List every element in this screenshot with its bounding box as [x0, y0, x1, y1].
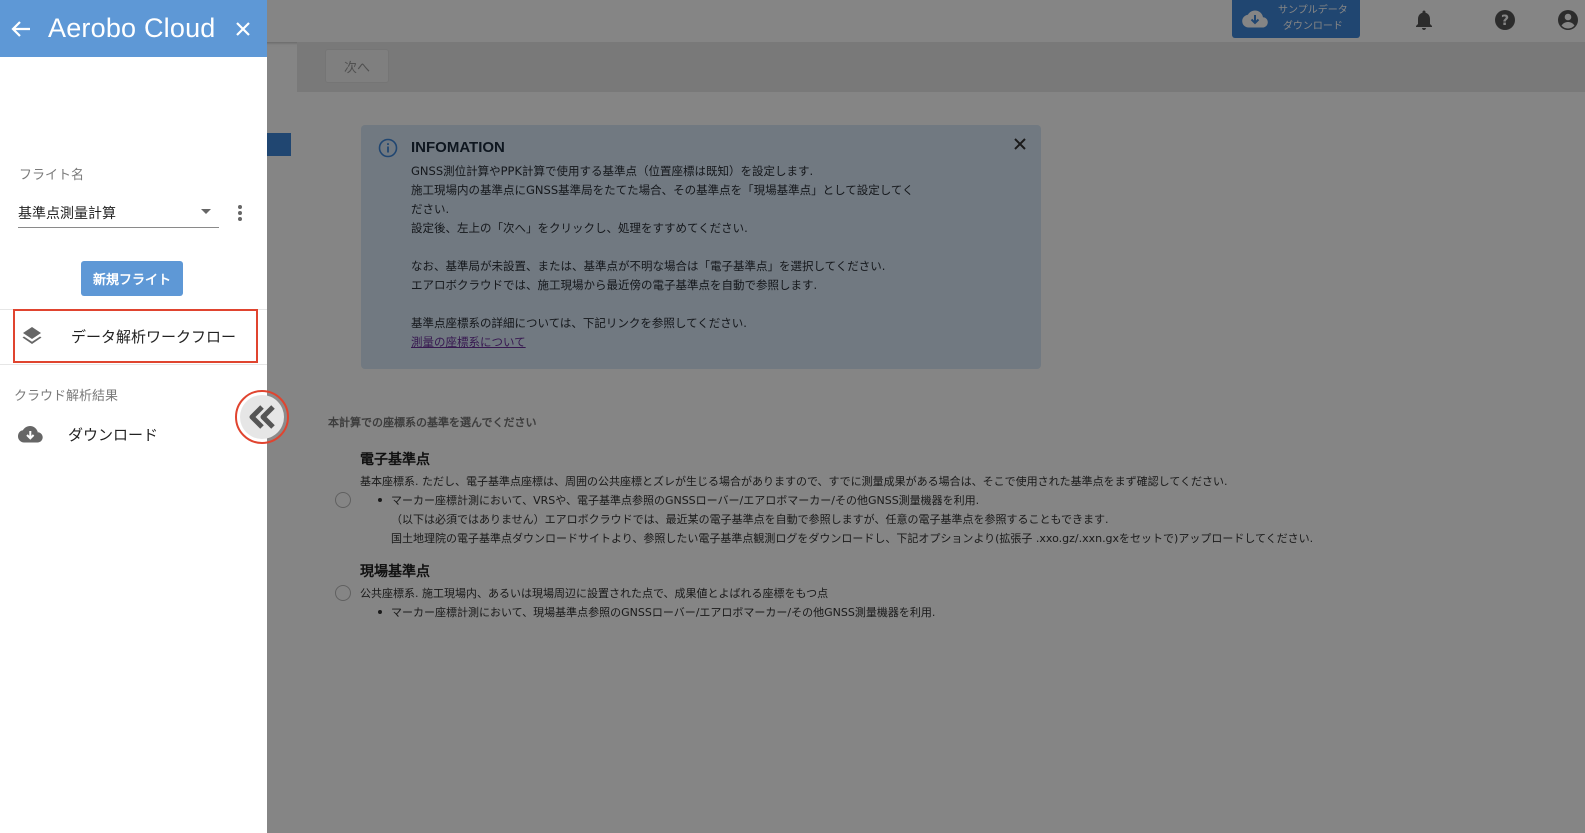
dropdown-arrow-icon [201, 209, 211, 214]
close-icon[interactable] [233, 19, 253, 39]
new-flight-button[interactable]: 新規フライト [81, 261, 183, 296]
drawer-header: Aerobo Cloud [0, 0, 267, 57]
drawer-title: Aerobo Cloud [48, 13, 216, 43]
flight-name-value: 基準点測量計算 [18, 205, 116, 222]
nav-item-label: ダウンロード [68, 426, 159, 444]
collapse-drawer-button[interactable] [235, 390, 289, 444]
navigation-drawer: Aerobo Cloud [0, 0, 267, 833]
nav-item-download[interactable]: ダウンロード [18, 424, 158, 445]
nav-item-data-analysis-workflow[interactable]: データ解析ワークフロー [13, 309, 258, 363]
more-vert-icon[interactable] [236, 205, 244, 223]
flight-name-select[interactable]: 基準点測量計算 [18, 198, 219, 228]
cloud-results-section-label: クラウド解析結果 [14, 389, 119, 404]
layers-icon [22, 327, 42, 344]
cloud-download-icon [18, 425, 43, 442]
flight-name-label: フライト名 [19, 168, 85, 183]
double-chevron-left-icon [249, 405, 275, 429]
arrow-back-icon[interactable] [10, 18, 32, 40]
nav-item-label: データ解析ワークフロー [71, 327, 237, 346]
